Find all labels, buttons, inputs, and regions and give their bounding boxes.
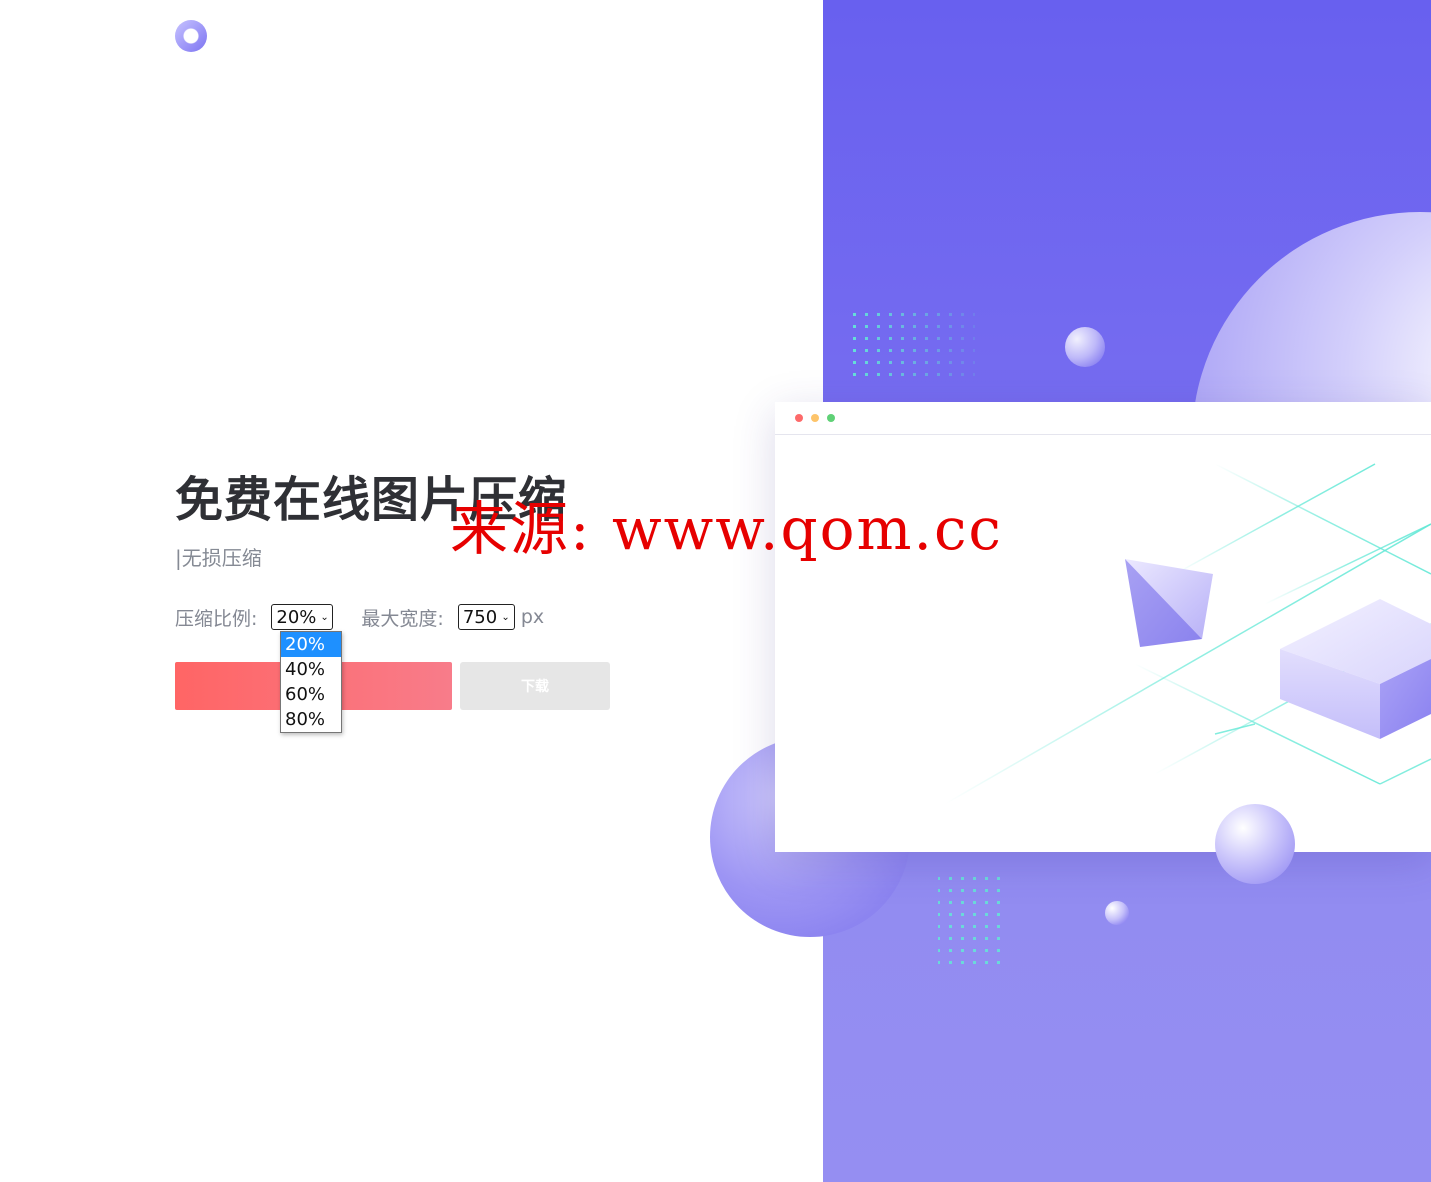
window-close-dot-icon [795, 414, 803, 422]
ratio-option[interactable]: 20% [281, 632, 341, 657]
ratio-option[interactable]: 40% [281, 657, 341, 682]
watermark-text: 来源: www.qom.cc [450, 495, 1003, 563]
ratio-dropdown-list: 20% 40% 60% 80% [280, 631, 342, 733]
ratio-select[interactable]: 20% ⌄ [271, 604, 334, 630]
browser-mockup [775, 402, 1431, 852]
max-width-select-value: 750 [462, 606, 498, 628]
foreground-sphere-decoration [1215, 804, 1295, 884]
compression-settings-row: 压缩比例: 20% ⌄ 最大宽度: 750 ⌄ px [175, 603, 544, 631]
window-minimize-dot-icon [811, 414, 819, 422]
page: 免费在线图片压缩 |无损压缩 压缩比例: 20% ⌄ 最大宽度: 750 ⌄ p… [0, 0, 1431, 1182]
window-maximize-dot-icon [827, 414, 835, 422]
ratio-option[interactable]: 80% [281, 707, 341, 732]
max-width-label: 最大宽度: [361, 607, 444, 630]
ratio-label: 压缩比例: [175, 607, 258, 630]
chevron-down-icon: ⌄ [320, 611, 329, 623]
width-unit-label: px [520, 606, 545, 628]
browser-titlebar [775, 402, 1431, 435]
page-subtitle: |无损压缩 [175, 546, 262, 570]
chevron-down-icon: ⌄ [501, 611, 510, 623]
ratio-option[interactable]: 60% [281, 682, 341, 707]
ring-logo-icon[interactable] [175, 20, 207, 52]
max-width-select[interactable]: 750 ⌄ [457, 604, 515, 630]
download-button[interactable]: 下载 [460, 662, 610, 710]
ratio-select-value: 20% [276, 606, 317, 628]
